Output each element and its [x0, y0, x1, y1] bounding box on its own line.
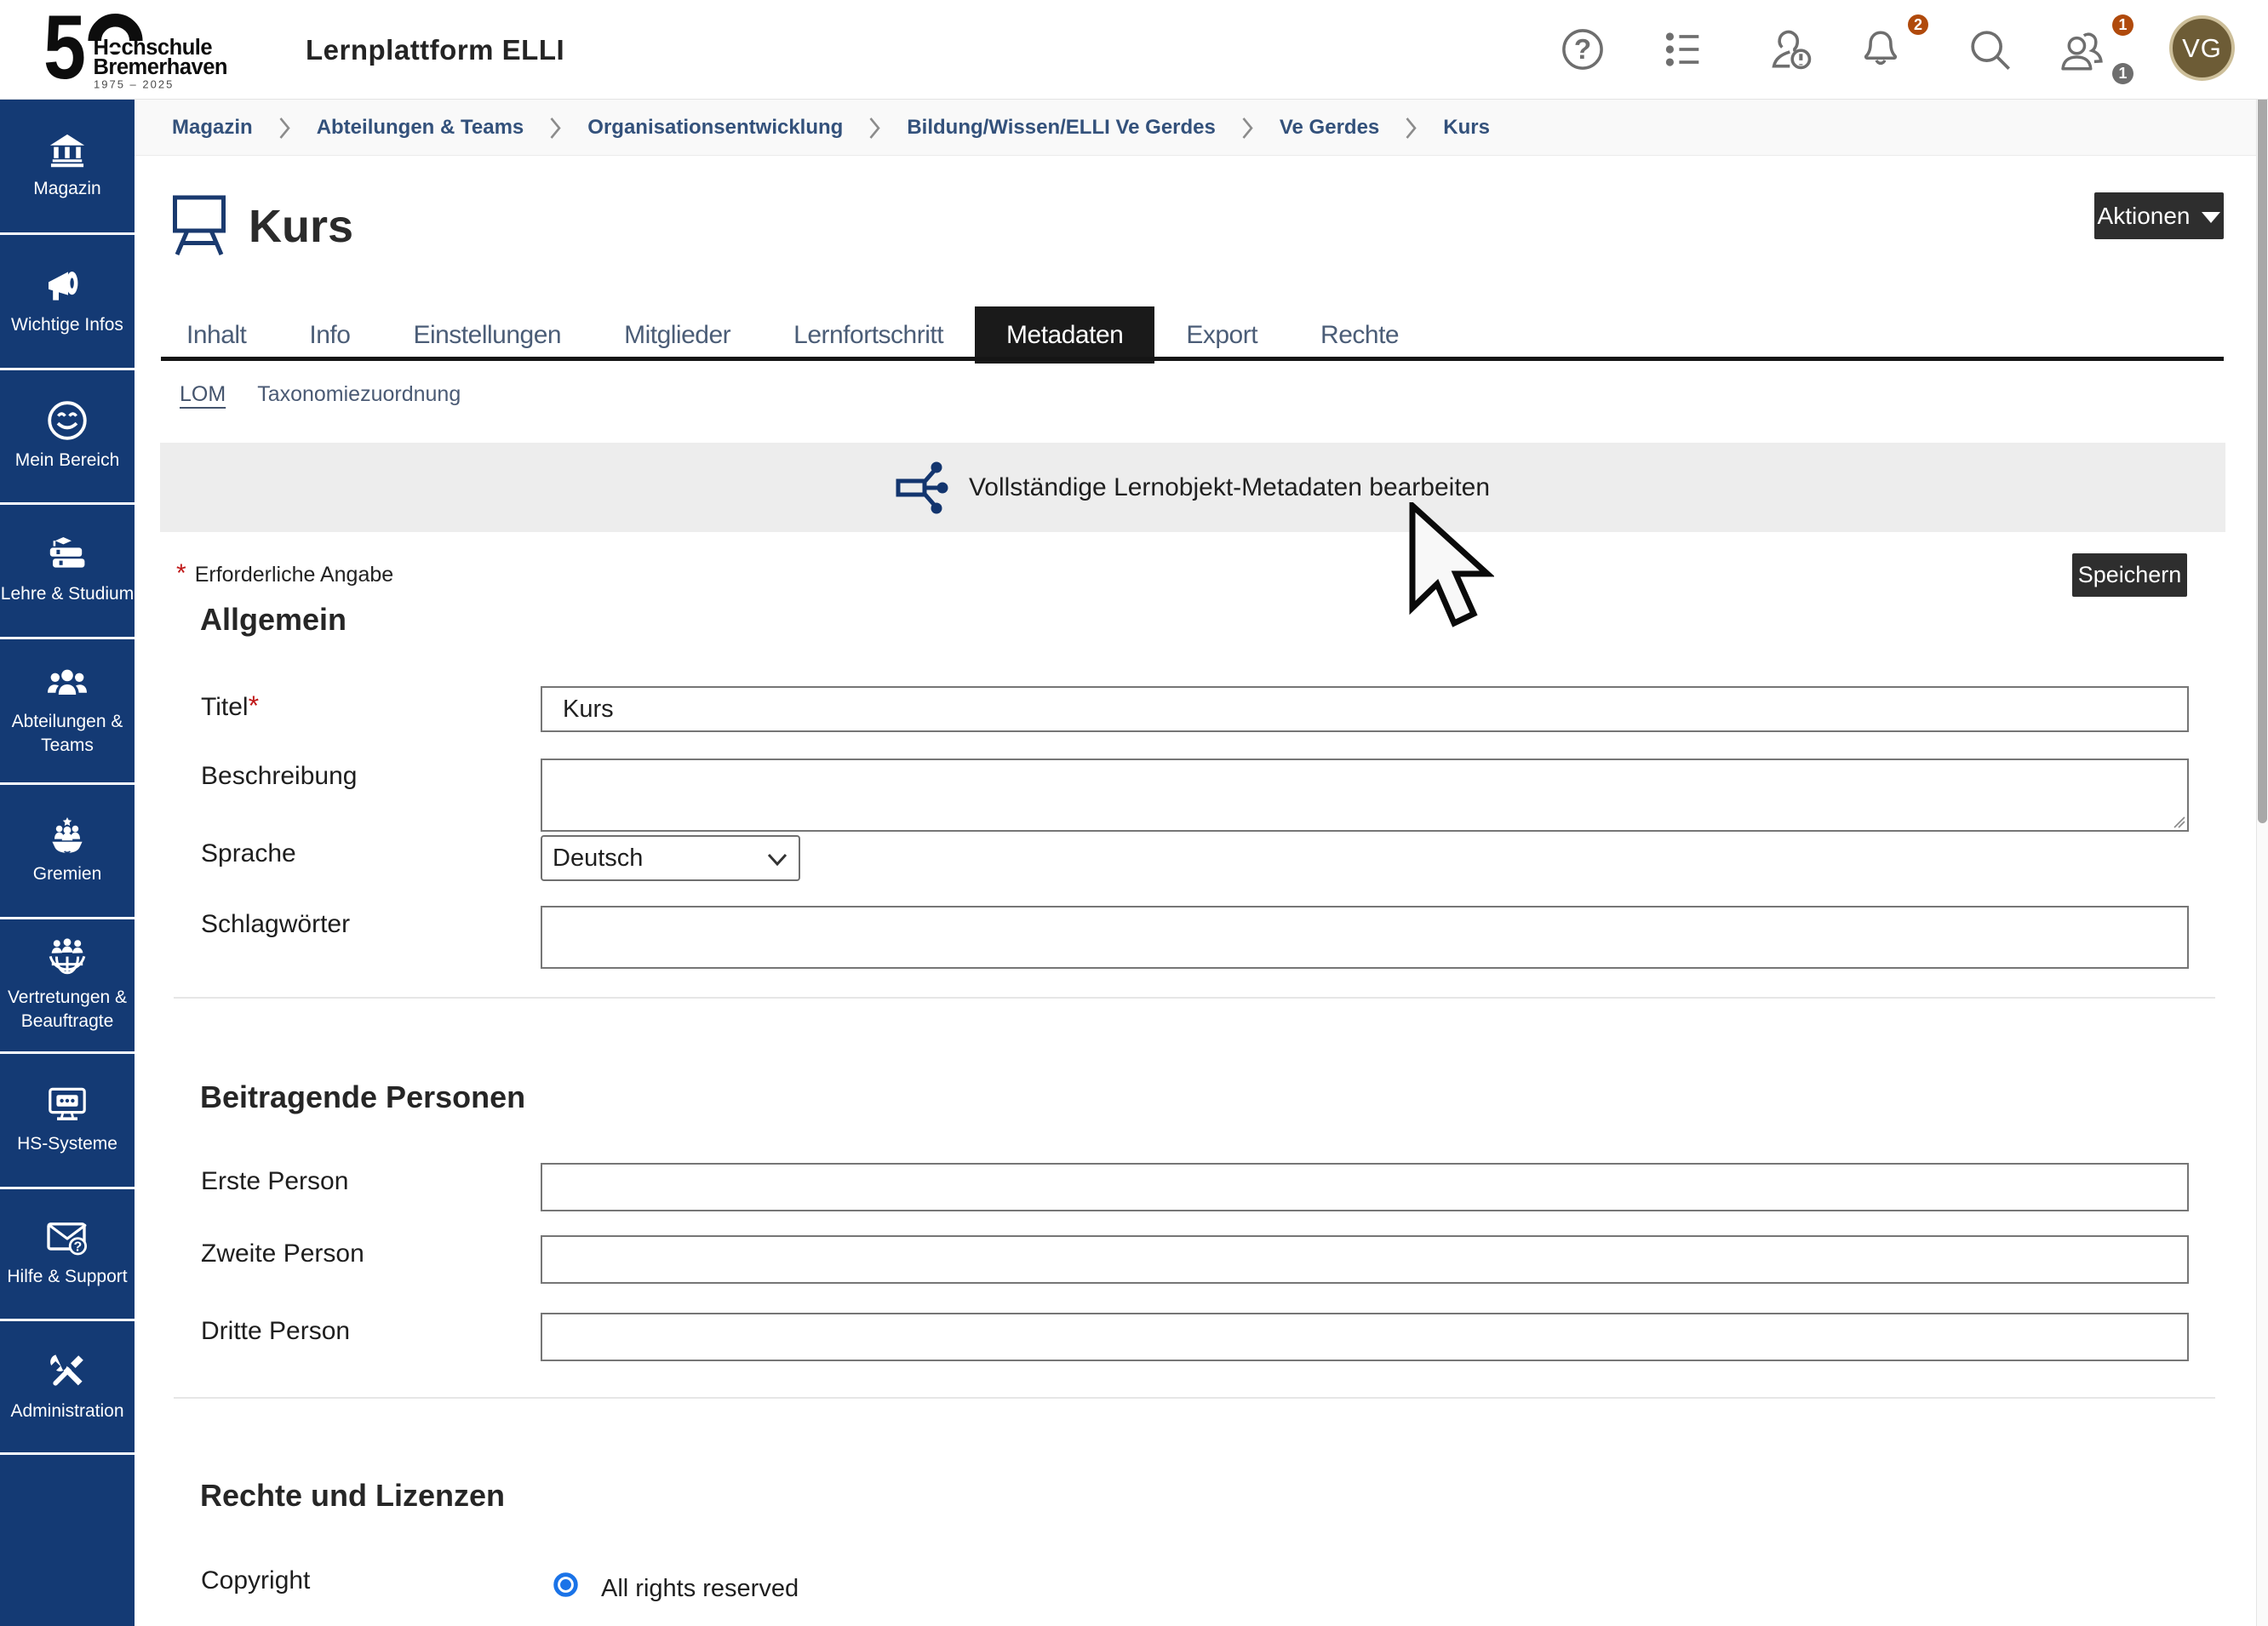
svg-text:?: ? — [74, 1240, 83, 1254]
svg-text:Bremerhaven: Bremerhaven — [94, 55, 228, 79]
svg-text:1975 – 2025: 1975 – 2025 — [94, 78, 174, 91]
svg-text:?: ? — [1574, 34, 1591, 66]
svg-text:5: 5 — [43, 5, 86, 98]
